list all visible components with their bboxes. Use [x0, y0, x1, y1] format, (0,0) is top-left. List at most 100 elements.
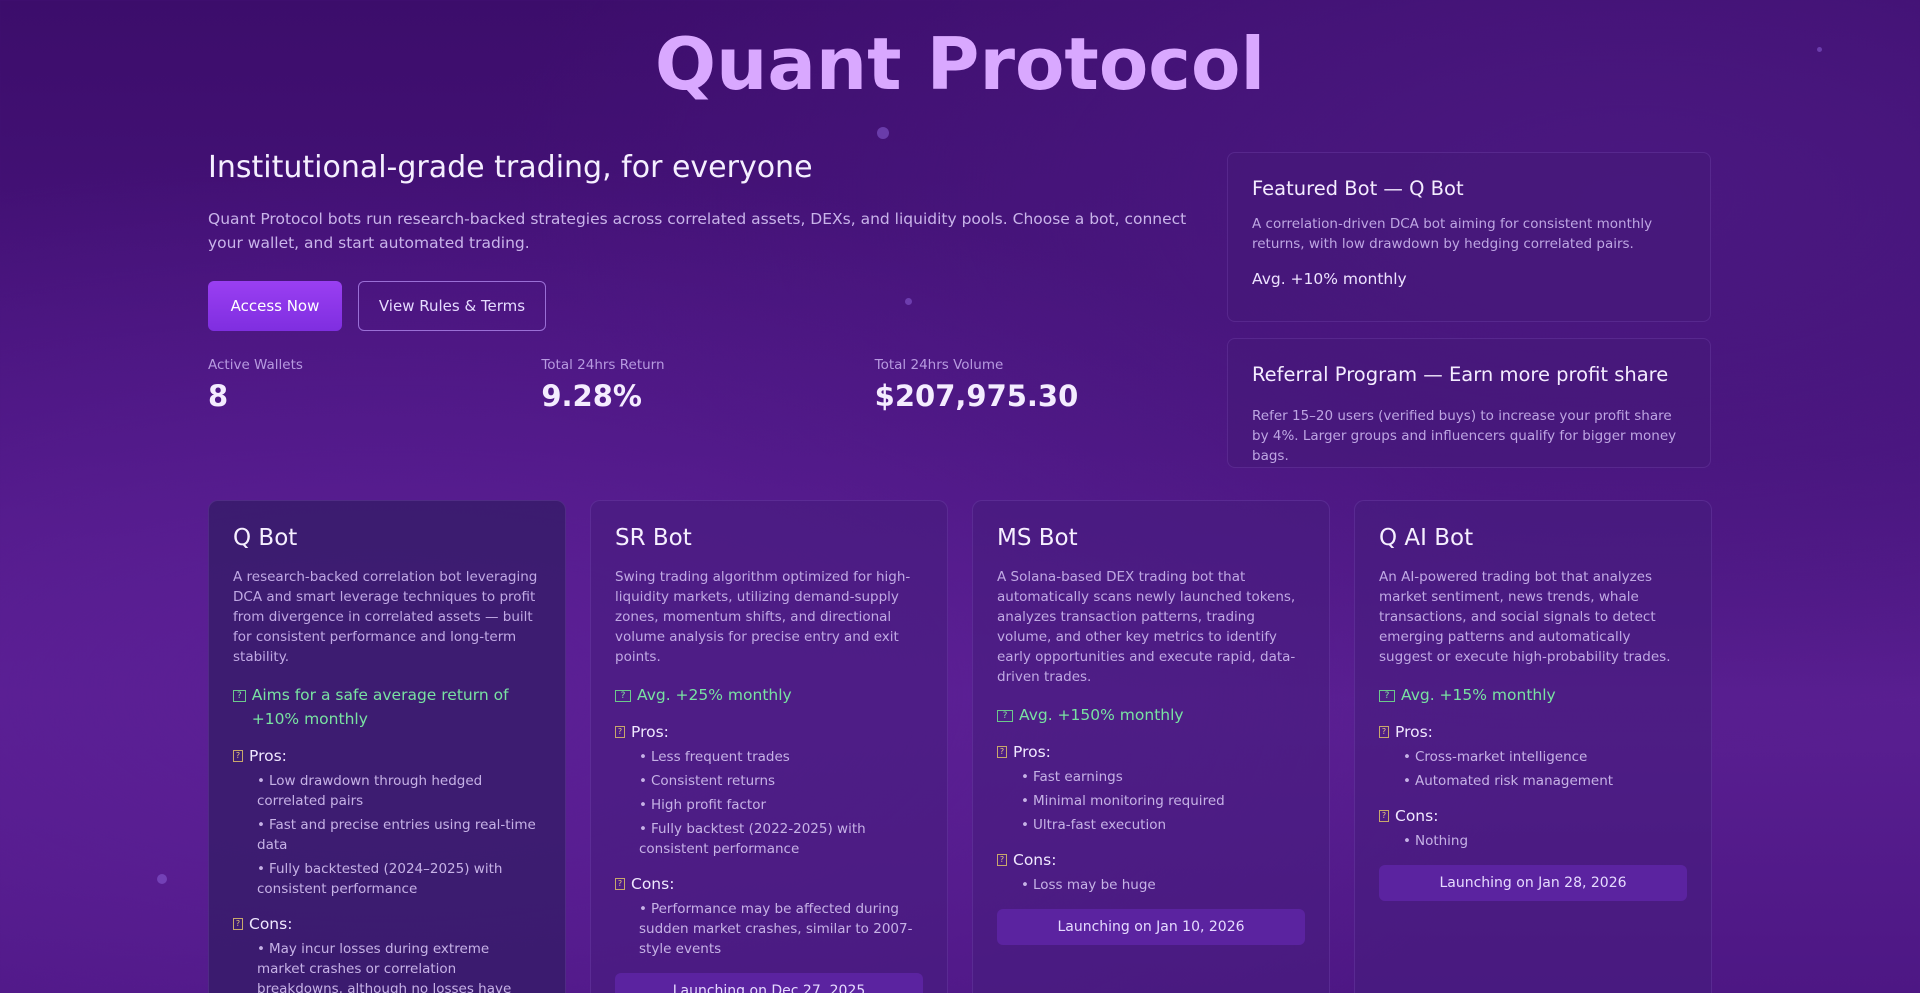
cons-heading: ? Cons:: [615, 875, 923, 893]
chart-icon: ?: [233, 690, 246, 702]
pros-heading: ? Pros:: [1379, 723, 1687, 741]
featured-bot-card[interactable]: Featured Bot — Q Bot A correlation-drive…: [1227, 152, 1711, 322]
pros-list: • Fast earnings • Minimal monitoring requi…: [1021, 767, 1305, 835]
pro-text: Fully backtested (2024–2025) with consis…: [257, 861, 503, 897]
list-item: • Minimal monitoring required: [1021, 793, 1225, 809]
bot-name: Q AI Bot: [1379, 525, 1474, 551]
pro-text: Minimal monitoring required: [1032, 793, 1225, 809]
pro-text: Fast and precise entries using real-time…: [257, 817, 536, 853]
pro-text: Fully backtest (2022-2025) with consiste…: [639, 821, 866, 857]
list-item: • Nothing: [1403, 833, 1469, 849]
check-icon: ?: [233, 750, 243, 762]
pro-text: Low drawdown through hedged correlated p…: [257, 773, 483, 809]
con-text: Nothing: [1414, 833, 1469, 849]
pro-text: Cross-market intelligence: [1414, 749, 1588, 765]
stat-label: Active Wallets: [208, 357, 303, 373]
list-item: • May incur losses during extreme market …: [257, 939, 541, 993]
stat-value: 8: [208, 379, 229, 413]
bot-name: MS Bot: [997, 525, 1078, 551]
warning-icon: ?: [233, 918, 243, 930]
bot-return-text: Avg. +150% monthly: [1019, 706, 1184, 724]
pros-label: Pros:: [1013, 743, 1051, 761]
pro-text: Fast earnings: [1032, 769, 1123, 785]
chart-icon: ?: [615, 690, 631, 702]
cons-heading: ? Cons:: [233, 915, 541, 933]
con-text: May incur losses during extreme market c…: [257, 941, 512, 993]
hero-section: Institutional-grade trading, for everyon…: [208, 150, 1208, 413]
cons-label: Cons:: [1013, 851, 1057, 869]
bot-card-q-ai-bot[interactable]: Q AI Bot An AI-powered trading bot that …: [1354, 500, 1712, 993]
chart-icon: ?: [997, 710, 1013, 722]
pros-label: Pros:: [1395, 723, 1433, 741]
launch-badge: Launching on Jan 10, 2026: [997, 909, 1305, 945]
list-item: • Performance may be affected during sudd…: [639, 901, 913, 957]
bot-return: ? Avg. +150% monthly: [997, 703, 1305, 727]
list-item: • Automated risk management: [1403, 773, 1614, 789]
stat-value: 9.28%: [541, 379, 642, 413]
stat-value: $207,975.30: [874, 379, 1079, 413]
cons-heading: ? Cons:: [1379, 807, 1687, 825]
bot-name: SR Bot: [615, 525, 692, 551]
bot-return-text: Avg. +15% monthly: [1401, 686, 1556, 704]
check-icon: ?: [1379, 726, 1389, 738]
stat-label: Total 24hrs Volume: [874, 357, 1004, 373]
featured-bot-description: A correlation-driven DCA bot aiming for …: [1252, 216, 1653, 252]
bot-name: Q Bot: [233, 525, 298, 551]
stats-row: Active Wallets 8 Total 24hrs Return 9.28…: [208, 357, 1208, 413]
warning-icon: ?: [1379, 810, 1389, 822]
pros-heading: ? Pros:: [615, 723, 923, 741]
featured-bot-title: Featured Bot — Q Bot: [1252, 177, 1464, 200]
featured-bot-avg: Avg. +10% monthly: [1252, 270, 1407, 288]
stat-total-return: Total 24hrs Return 9.28%: [541, 357, 874, 413]
list-item: • Fully backtested (2024–2025) with consi…: [257, 861, 503, 897]
referral-description: Refer 15–20 users (verified buys) to inc…: [1252, 408, 1677, 464]
list-item: • High profit factor: [639, 797, 767, 813]
list-item: • Less frequent trades: [639, 749, 790, 765]
bot-card-sr-bot[interactable]: SR Bot Swing trading algorithm optimized…: [590, 500, 948, 993]
bot-description: Swing trading algorithm optimized for hi…: [615, 569, 911, 665]
launch-badge: Launching on Jan 28, 2026: [1379, 865, 1687, 901]
pros-label: Pros:: [631, 723, 669, 741]
background-particle: [157, 874, 167, 884]
referral-title: Referral Program — Earn more profit shar…: [1252, 363, 1669, 386]
pro-text: Less frequent trades: [650, 749, 790, 765]
stat-total-volume: Total 24hrs Volume $207,975.30: [875, 357, 1208, 413]
stat-label: Total 24hrs Return: [541, 357, 665, 373]
pro-text: High profit factor: [650, 797, 767, 813]
check-icon: ?: [615, 726, 625, 738]
list-item: • Low drawdown through hedged correlated …: [257, 773, 483, 809]
cons-label: Cons:: [249, 915, 293, 933]
access-now-button[interactable]: Access Now: [208, 281, 342, 331]
bot-card-ms-bot[interactable]: MS Bot A Solana-based DEX trading bot th…: [972, 500, 1330, 993]
bot-description: A research-backed correlation bot levera…: [233, 569, 538, 665]
bot-return: ? Avg. +15% monthly: [1379, 683, 1687, 707]
bot-return-text: Aims for a safe average return of +10% m…: [251, 686, 509, 728]
pros-heading: ? Pros:: [997, 743, 1305, 761]
bot-return: ? Aims for a safe average return of +10%…: [233, 683, 541, 731]
list-item: • Fast and precise entries using real-tim…: [257, 817, 536, 853]
view-rules-button[interactable]: View Rules & Terms: [358, 281, 546, 331]
cons-list: • May incur losses during extreme market …: [257, 939, 541, 993]
cons-label: Cons:: [631, 875, 675, 893]
stat-active-wallets: Active Wallets 8: [208, 357, 541, 413]
pro-text: Ultra-fast execution: [1032, 817, 1167, 833]
check-icon: ?: [997, 746, 1007, 758]
hero-headline: Institutional-grade trading, for everyon…: [208, 150, 813, 185]
con-text: Performance may be affected during sudde…: [639, 901, 913, 957]
bot-return-text: Avg. +25% monthly: [637, 686, 792, 704]
hero-description: Quant Protocol bots run research-backed …: [208, 210, 1187, 252]
bot-card-q-bot[interactable]: Q Bot A research-backed correlation bot …: [208, 500, 566, 993]
list-item: • Fast earnings: [1021, 769, 1123, 785]
page-title: Quant Protocol: [654, 22, 1266, 106]
warning-icon: ?: [615, 878, 625, 890]
cons-list: • Loss may be huge: [1021, 875, 1305, 895]
referral-card[interactable]: Referral Program — Earn more profit shar…: [1227, 338, 1711, 468]
list-item: • Loss may be huge: [1021, 877, 1156, 893]
cons-list: • Nothing: [1403, 831, 1687, 851]
pro-text: Consistent returns: [650, 773, 776, 789]
bot-description: A Solana-based DEX trading bot that auto…: [997, 569, 1296, 685]
pros-list: • Low drawdown through hedged correlated …: [257, 771, 541, 899]
warning-icon: ?: [997, 854, 1007, 866]
pros-heading: ? Pros:: [233, 747, 541, 765]
pro-text: Automated risk management: [1414, 773, 1614, 789]
